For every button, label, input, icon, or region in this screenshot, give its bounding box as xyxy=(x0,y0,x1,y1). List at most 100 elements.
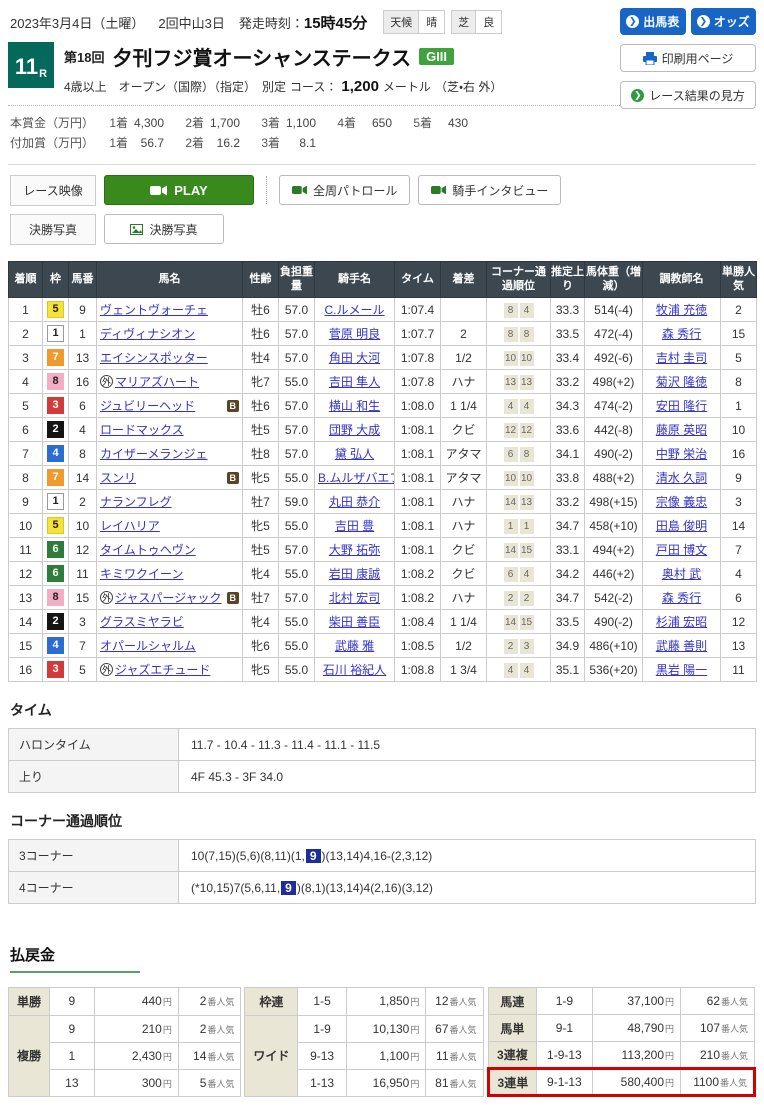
corner-positions: 23 xyxy=(486,633,551,659)
horse-name-cell: エイシンスポッター xyxy=(96,345,243,371)
jockey-link[interactable]: 黛 弘人 xyxy=(335,447,374,461)
corner-positions: 84 xyxy=(486,297,551,323)
result-guide-button[interactable]: ❯ レース結果の見方 xyxy=(620,81,756,109)
corner-position-box: 2 xyxy=(503,590,518,606)
horse-link[interactable]: レイハリア xyxy=(100,517,160,534)
trainer-link[interactable]: 宗像 義忠 xyxy=(656,495,707,509)
horse-link[interactable]: カイザーメランジェ xyxy=(100,445,208,462)
column-header: コーナー通過順位 xyxy=(486,260,551,299)
jockey-link[interactable]: 横山 和生 xyxy=(329,399,380,413)
rank-suffix: 番人気 xyxy=(721,997,749,1008)
odds-button[interactable]: ❯ オッズ xyxy=(690,8,756,35)
horse-number: 10 xyxy=(68,513,97,539)
entries-button[interactable]: ❯ 出馬表 xyxy=(620,8,686,35)
horse-link[interactable]: オパールシャルム xyxy=(100,637,196,654)
jockey-link[interactable]: 武藤 雅 xyxy=(335,639,374,653)
result-row: 15 4 7 オパールシャルム 牝6 55.0 武藤 雅 1:08.5 1/2 2 3 34.9 486… xyxy=(8,633,757,659)
win-favorite-rank: 10 xyxy=(720,417,757,443)
finish-position: 10 xyxy=(8,513,43,539)
trainer-link[interactable]: 吉村 圭司 xyxy=(656,351,707,365)
horse-link[interactable]: キミワクイーン xyxy=(100,565,183,582)
trainer-link[interactable]: 武藤 善則 xyxy=(656,639,707,653)
finish-photo-button[interactable]: 決勝写真 xyxy=(104,214,224,245)
jockey-link[interactable]: 菅原 明良 xyxy=(329,327,380,341)
column-header: 推定上り xyxy=(550,260,585,299)
frame-number-badge: 8 xyxy=(47,589,64,607)
jockey-link[interactable]: 吉田 隼人 xyxy=(329,375,380,389)
divider xyxy=(266,176,267,205)
trainer-link[interactable]: 杉浦 宏昭 xyxy=(656,615,707,629)
trainer-link[interactable]: 藤原 英昭 xyxy=(656,423,707,437)
jockey-link[interactable]: 角田 大河 xyxy=(329,351,380,365)
horse-link[interactable]: タイムトゥヘヴン xyxy=(100,541,196,558)
weather-track-condition: 天候晴芝良 xyxy=(383,10,503,34)
horse-link[interactable]: ロードマックス xyxy=(100,421,184,438)
trainer-link[interactable]: 奥村 武 xyxy=(662,567,701,581)
horse-link[interactable]: ディヴィナシオン xyxy=(100,325,195,342)
last-3f: 34.9 xyxy=(550,633,585,659)
result-row: 9 1 2 ナランフレグ 牡7 59.0 丸田 恭介 1:08.1 ハナ 14 13 33.2 498(… xyxy=(8,489,757,515)
bet-type-label: 枠連 xyxy=(244,987,299,1016)
jockey-link[interactable]: 柴田 善臣 xyxy=(329,615,380,629)
horse-link[interactable]: マリアズハート xyxy=(115,373,199,390)
corner-positions: 64 xyxy=(486,561,551,587)
sex-age: 牝4 xyxy=(242,561,279,587)
jockey-cell: 角田 大河 xyxy=(314,345,395,371)
last-3f: 34.2 xyxy=(550,561,585,587)
trainer-link[interactable]: 田島 俊明 xyxy=(656,519,707,533)
jockey-link[interactable]: 北村 宏司 xyxy=(329,591,380,605)
jockey-link[interactable]: 丸田 恭介 xyxy=(329,495,380,509)
corner-position-box: 1 xyxy=(519,518,534,534)
trainer-link[interactable]: 森 秀行 xyxy=(662,327,701,341)
jockey-link[interactable]: C.ルメール xyxy=(324,303,384,317)
trainer-link[interactable]: 中野 栄治 xyxy=(656,447,707,461)
video-camera-icon xyxy=(150,185,168,196)
horse-link[interactable]: ジャズエチュード xyxy=(115,661,210,678)
jockey-link[interactable]: B.ムルザバエフ xyxy=(318,471,394,485)
trainer-link[interactable]: 黒岩 陽一 xyxy=(656,663,707,677)
horse-link[interactable]: スンリ xyxy=(100,469,136,486)
yen-suffix: 円 xyxy=(410,1051,420,1062)
sex-age: 牡5 xyxy=(242,537,279,563)
print-button[interactable]: 印刷用ページ xyxy=(620,44,756,72)
frame-cell: 4 xyxy=(42,633,69,659)
jockey-interview-button[interactable]: 騎手インタビュー xyxy=(418,175,562,206)
patrol-video-button[interactable]: 全周パトロール xyxy=(279,175,411,206)
horse-name-cell: レイハリア xyxy=(96,513,243,539)
finish-position: 9 xyxy=(8,489,43,515)
trainer-link[interactable]: 安田 隆行 xyxy=(656,399,707,413)
jockey-link[interactable]: 石川 裕紀人 xyxy=(323,663,386,677)
prize-value: 1,700 xyxy=(210,116,241,130)
trainer-link[interactable]: 清水 久詞 xyxy=(656,471,707,485)
trainer-link[interactable]: 菊沢 隆徳 xyxy=(656,375,707,389)
payout-combination: 1-9 xyxy=(297,1014,347,1043)
horse-number: 4 xyxy=(68,417,97,443)
jockey-link[interactable]: 大野 拓弥 xyxy=(329,543,380,557)
trainer-link[interactable]: 牧浦 充徳 xyxy=(656,303,707,317)
horse-link[interactable]: ナランフレグ xyxy=(100,493,172,510)
yen-suffix: 円 xyxy=(410,997,420,1008)
jockey-link[interactable]: 吉田 豊 xyxy=(335,519,374,533)
column-header: 枠 xyxy=(42,260,69,299)
horse-name-cell: オパールシャルム xyxy=(96,633,243,659)
payout-combination: 9-1-13 xyxy=(536,1067,593,1098)
corner-position-box: 10 xyxy=(519,350,534,366)
payout-row: 馬連 1-9 37,100円 62番人気 xyxy=(487,987,756,1016)
horse-link[interactable]: ジュビリーヘッド xyxy=(100,397,195,414)
play-button[interactable]: PLAY xyxy=(104,175,254,206)
foreign-bred-mark: 外 xyxy=(100,375,113,389)
frame-number-badge: 5 xyxy=(47,301,64,319)
jockey-link[interactable]: 岩田 康誠 xyxy=(329,567,380,581)
body-weight: 446(+2) xyxy=(584,561,643,587)
yen-suffix: 円 xyxy=(162,1079,172,1090)
trainer-link[interactable]: 森 秀行 xyxy=(662,591,701,605)
horse-link[interactable]: エイシンスポッター xyxy=(100,349,208,366)
prize-value: 430 xyxy=(447,116,468,130)
horse-link[interactable]: ヴェントヴォーチェ xyxy=(100,301,208,318)
trainer-link[interactable]: 戸田 博文 xyxy=(656,543,707,557)
horse-link[interactable]: ジャスパージャック xyxy=(115,589,222,606)
jockey-link[interactable]: 団野 大成 xyxy=(329,423,380,437)
horse-link[interactable]: グラスミヤラビ xyxy=(100,613,184,630)
payout-popularity: 2番人気 xyxy=(177,1014,242,1043)
corner-order-text: )(8,1)(13,14)4(2,16)(3,12) xyxy=(296,880,433,895)
